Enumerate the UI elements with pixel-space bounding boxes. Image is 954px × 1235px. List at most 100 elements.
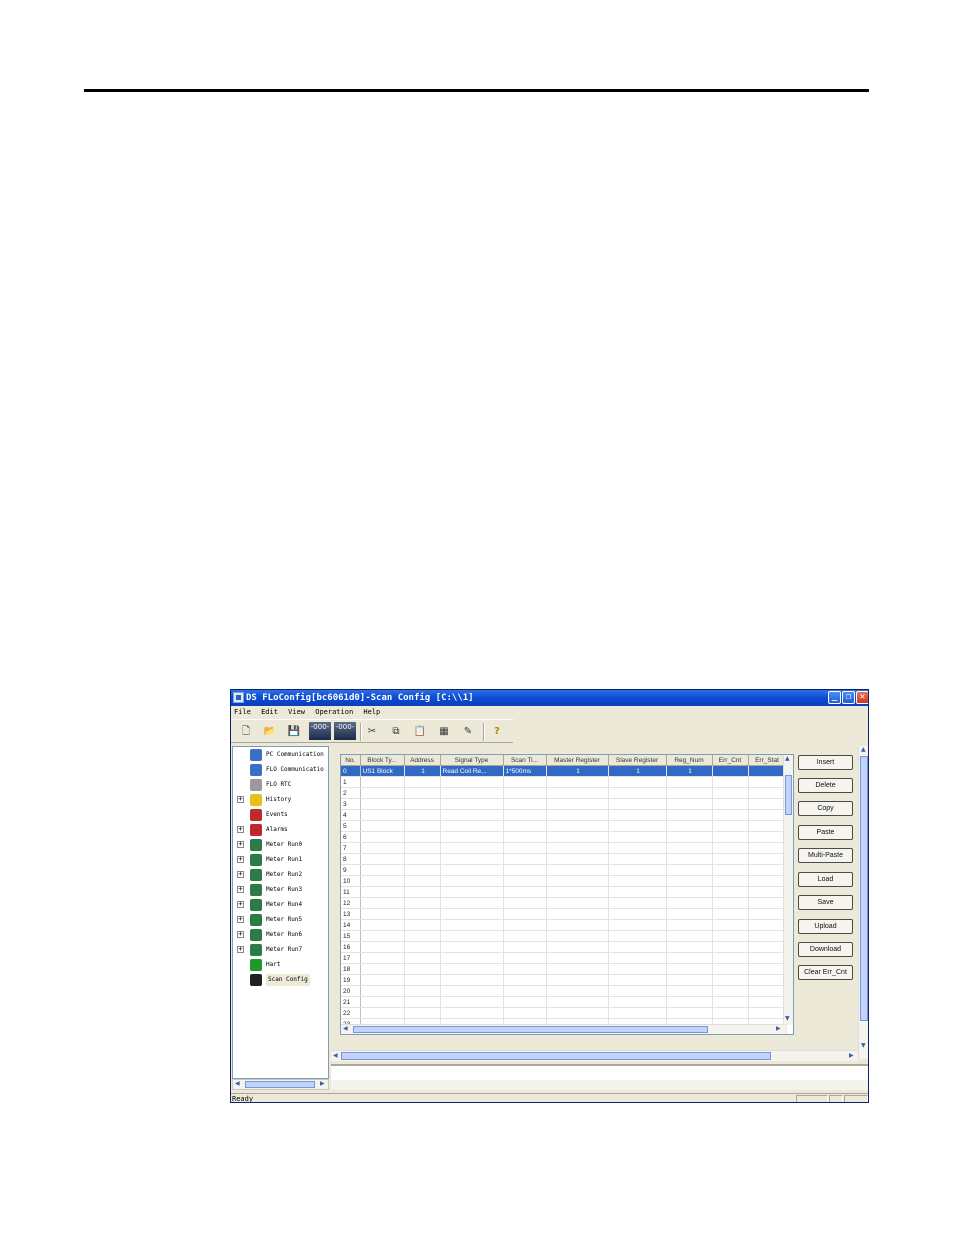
tree-item[interactable]: + Meter Run4 — [233, 899, 328, 911]
table-cell[interactable] — [360, 974, 405, 986]
menu-file[interactable]: File — [234, 706, 251, 718]
save-disk-icon[interactable]: 💾 — [287, 725, 301, 739]
column-header[interactable]: No. — [341, 755, 361, 766]
panel-horizontal-scrollbar[interactable]: ◀ ▶ — [331, 1050, 858, 1061]
table-cell[interactable] — [712, 853, 749, 865]
expand-icon[interactable]: + — [237, 841, 244, 848]
table-row[interactable]: 11 — [341, 886, 787, 898]
table-cell[interactable] — [748, 798, 787, 810]
table-cell[interactable] — [546, 930, 609, 942]
table-cell[interactable] — [666, 809, 713, 821]
table-cell[interactable] — [360, 886, 405, 898]
column-header[interactable]: Err_Cnt — [712, 755, 749, 766]
expand-icon[interactable]: + — [237, 826, 244, 833]
table-cell[interactable] — [712, 864, 749, 876]
table-cell[interactable] — [440, 776, 504, 788]
table-cell[interactable] — [608, 787, 667, 799]
table-row[interactable]: 3 — [341, 798, 787, 810]
grid-vertical-thumb[interactable] — [785, 775, 792, 815]
table-cell[interactable]: 1 — [341, 776, 361, 788]
table-cell[interactable] — [666, 985, 713, 997]
table-cell[interactable]: 1 — [608, 765, 667, 777]
table-cell[interactable] — [608, 776, 667, 788]
table-row[interactable]: 5 — [341, 820, 787, 832]
table-cell[interactable] — [440, 996, 504, 1008]
table-cell[interactable] — [404, 842, 441, 854]
table-cell[interactable] — [404, 897, 441, 909]
table-cell[interactable] — [546, 787, 609, 799]
table-cell[interactable] — [440, 842, 504, 854]
table-cell[interactable] — [360, 963, 405, 975]
table-cell[interactable] — [404, 996, 441, 1008]
table-cell[interactable] — [748, 809, 787, 821]
table-cell[interactable] — [546, 853, 609, 865]
table-cell[interactable] — [360, 798, 405, 810]
eraser-icon[interactable]: ✎ — [461, 725, 475, 739]
table-cell[interactable] — [503, 886, 547, 898]
table-cell[interactable] — [666, 941, 713, 953]
table-cell[interactable] — [748, 919, 787, 931]
table-cell[interactable] — [440, 963, 504, 975]
table-cell[interactable] — [546, 974, 609, 986]
table-cell[interactable] — [440, 853, 504, 865]
open-folder-icon[interactable]: 📂 — [263, 725, 277, 739]
table-cell[interactable] — [666, 831, 713, 843]
table-cell[interactable]: 17 — [341, 952, 361, 964]
table-cell[interactable] — [712, 974, 749, 986]
table-cell[interactable] — [666, 1007, 713, 1019]
table-cell[interactable] — [404, 1007, 441, 1019]
table-cell[interactable] — [503, 787, 547, 799]
scroll-down-icon[interactable]: ▼ — [861, 1042, 866, 1050]
table-cell[interactable] — [360, 930, 405, 942]
table-cell[interactable] — [404, 831, 441, 843]
tree-item[interactable]: + Meter Run5 — [233, 914, 328, 926]
tree-item[interactable]: Events — [233, 809, 328, 821]
table-cell[interactable] — [608, 897, 667, 909]
expand-icon[interactable]: + — [237, 901, 244, 908]
table-cell[interactable] — [608, 798, 667, 810]
table-cell[interactable] — [440, 974, 504, 986]
table-cell[interactable] — [748, 1007, 787, 1019]
table-cell[interactable] — [748, 908, 787, 920]
table-cell[interactable] — [404, 908, 441, 920]
table-cell[interactable] — [440, 875, 504, 887]
table-cell[interactable] — [666, 908, 713, 920]
table-cell[interactable]: 1 — [404, 765, 441, 777]
table-cell[interactable] — [666, 875, 713, 887]
column-header[interactable]: Block Ty... — [360, 755, 405, 766]
multi-paste-button[interactable]: Multi-Paste — [798, 848, 853, 863]
table-cell[interactable] — [748, 853, 787, 865]
table-cell[interactable] — [608, 809, 667, 821]
table-cell[interactable]: 10 — [341, 875, 361, 887]
table-cell[interactable]: 15 — [341, 930, 361, 942]
table-cell[interactable]: 12 — [341, 897, 361, 909]
maximize-button[interactable]: ❐ — [842, 691, 855, 704]
table-cell[interactable] — [503, 908, 547, 920]
column-header[interactable]: Address — [404, 755, 441, 766]
table-row[interactable]: 16 — [341, 941, 787, 953]
table-cell[interactable] — [440, 809, 504, 821]
table-cell[interactable] — [608, 985, 667, 997]
table-cell[interactable] — [503, 809, 547, 821]
table-cell[interactable] — [748, 886, 787, 898]
table-cell[interactable]: 8 — [341, 853, 361, 865]
copy-icon[interactable]: ⧉ — [389, 725, 403, 739]
table-cell[interactable] — [546, 996, 609, 1008]
table-cell[interactable] — [748, 787, 787, 799]
table-cell[interactable] — [360, 831, 405, 843]
expand-icon[interactable]: + — [237, 871, 244, 878]
grid-horizontal-thumb[interactable] — [353, 1026, 708, 1033]
table-cell[interactable] — [546, 776, 609, 788]
table-cell[interactable] — [503, 1007, 547, 1019]
table-cell[interactable]: 0 — [341, 765, 361, 777]
table-cell[interactable] — [608, 853, 667, 865]
table-cell[interactable] — [404, 820, 441, 832]
table-cell[interactable] — [546, 875, 609, 887]
table-cell[interactable] — [666, 776, 713, 788]
table-cell[interactable] — [748, 974, 787, 986]
table-cell[interactable]: Read Coil Re... — [440, 765, 504, 777]
table-cell[interactable] — [608, 952, 667, 964]
table-cell[interactable] — [748, 820, 787, 832]
clear-err-cnt-button[interactable]: Clear Err_Cnt — [798, 965, 853, 980]
download-device-icon[interactable]: -000- — [334, 722, 356, 740]
